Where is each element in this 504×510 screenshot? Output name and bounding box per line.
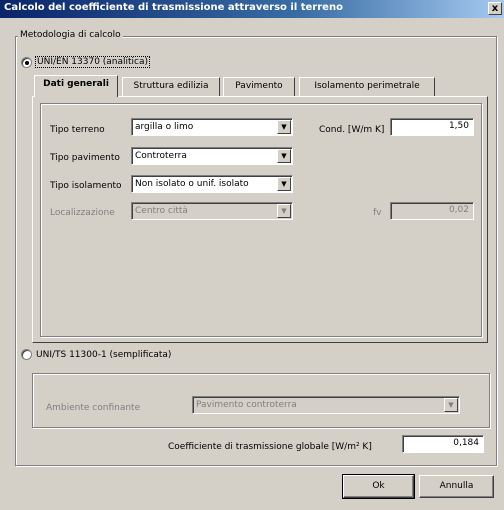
ambiente-confinante-label: Ambiente confinante — [46, 403, 141, 413]
tipo-isolamento-label: Tipo isolamento — [50, 181, 122, 191]
localizzazione-label: Localizzazione — [50, 208, 115, 218]
cond-label: Cond. [W/m K] — [319, 125, 385, 135]
tab-struttura-edilizia[interactable]: Struttura edilizia — [122, 77, 220, 96]
localizzazione-select: Centro città ▼ — [131, 202, 293, 220]
radio-semplificata-label[interactable]: UNI/TS 11300-1 (semplificata) — [36, 350, 171, 360]
coefficiente-globale-value[interactable]: 0,184 — [402, 435, 484, 453]
chevron-down-icon[interactable]: ▼ — [277, 120, 291, 134]
ok-button[interactable]: Ok — [342, 474, 415, 499]
ambiente-confinante-select: Pavimento controterra ▼ — [192, 396, 460, 414]
tipo-terreno-value: argilla o limo — [135, 122, 194, 132]
radio-selected-dot — [25, 61, 29, 65]
tab-isolamento-perimetrale[interactable]: Isolamento perimetrale — [299, 77, 435, 96]
chevron-down-icon[interactable]: ▼ — [277, 149, 291, 163]
tipo-isolamento-select[interactable]: Non isolato o unif. isolato ▼ — [131, 175, 293, 193]
cancel-button[interactable]: Annulla — [419, 475, 494, 498]
fv-label: fv — [373, 208, 382, 218]
close-icon[interactable]: x — [488, 2, 502, 15]
chevron-down-icon: ▼ — [277, 204, 291, 218]
tipo-pavimento-value: Controterra — [135, 151, 187, 161]
tipo-pavimento-select[interactable]: Controterra ▼ — [131, 147, 293, 165]
chevron-down-icon: ▼ — [444, 398, 458, 412]
window-title: Calcolo del coefficiente di trasmissione… — [4, 2, 343, 13]
tipo-isolamento-value: Non isolato o unif. isolato — [135, 179, 249, 189]
general-data-frame — [40, 103, 482, 337]
tipo-pavimento-label: Tipo pavimento — [50, 153, 120, 163]
chevron-down-icon[interactable]: ▼ — [277, 177, 291, 191]
method-group-legend: Metodologia di calcolo — [18, 30, 123, 40]
tipo-terreno-select[interactable]: argilla o limo ▼ — [131, 118, 293, 136]
localizzazione-value: Centro città — [135, 206, 188, 216]
tab-dati-generali[interactable]: Dati generali — [34, 75, 118, 97]
cond-input[interactable]: 1,50 — [390, 118, 474, 136]
title-bar: Calcolo del coefficiente di trasmissione… — [0, 0, 504, 18]
tipo-terreno-label: Tipo terreno — [50, 125, 105, 135]
tab-pavimento[interactable]: Pavimento — [223, 77, 295, 96]
radio-analitica[interactable] — [21, 57, 32, 68]
fv-input: 0,02 — [390, 202, 474, 220]
ambiente-confinante-value: Pavimento controterra — [196, 400, 297, 410]
radio-analitica-label[interactable]: UNI/EN 13370 (analitica) — [34, 56, 151, 68]
radio-semplificata[interactable] — [21, 349, 32, 360]
coefficiente-globale-label: Coefficiente di trasmissione globale [W/… — [168, 442, 372, 452]
